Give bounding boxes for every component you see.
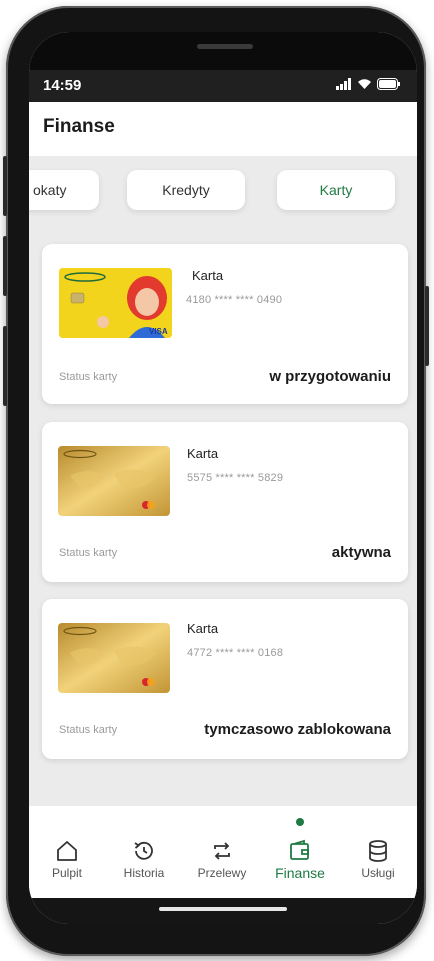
card-art (58, 446, 170, 516)
svg-text:VISA: VISA (149, 327, 168, 336)
card-art (58, 623, 170, 693)
screen: 14:59 Finanse okaty Kredyty Karty VISA K… (29, 32, 417, 924)
tab-lokaty[interactable]: okaty (29, 170, 99, 210)
tab-label: okaty (33, 182, 67, 198)
nav-label: Przelewy (197, 866, 247, 880)
wifi-icon (358, 79, 371, 89)
status-bar: 14:59 (29, 70, 417, 102)
nav-przelewy[interactable]: Przelewy (187, 806, 257, 886)
tab-label: Kredyty (162, 182, 210, 198)
transfer-icon (214, 842, 230, 860)
tab-karty[interactable]: Karty (277, 170, 395, 210)
battery-icon (377, 78, 400, 90)
database-icon (369, 840, 387, 862)
card-status-value: tymczasowo zablokowana (204, 721, 391, 738)
speaker (197, 44, 253, 49)
active-indicator (296, 818, 304, 826)
home-icon (57, 841, 77, 861)
card-number: 5575 **** **** 5829 (187, 472, 284, 484)
card-status-value: w przygotowaniu (269, 368, 391, 385)
card-item[interactable]: Karta 4772 **** **** 0168 Status karty t… (42, 599, 408, 759)
volume-down-button (3, 236, 7, 296)
card-art: VISA (59, 268, 172, 338)
nav-label: Finanse (275, 865, 325, 881)
nav-historia[interactable]: Historia (109, 806, 179, 886)
volume-up-button (3, 156, 7, 216)
nav-label: Historia (123, 866, 165, 880)
card-image: VISA (59, 268, 172, 338)
signal-icon (336, 78, 351, 90)
bottom-nav: Pulpit Historia Przelewy Finanse Usługi (29, 806, 417, 898)
card-number: 4180 **** **** 0490 (186, 294, 283, 306)
card-status-label: Status karty (59, 724, 118, 736)
history-icon (134, 841, 153, 860)
card-status-value: aktywna (331, 544, 391, 561)
power-button (425, 286, 429, 366)
notch (29, 32, 417, 70)
status-icons (336, 78, 401, 90)
card-image (58, 446, 170, 516)
card-number: 4772 **** **** 0168 (187, 647, 284, 659)
card-name: Karta (187, 446, 219, 461)
home-indicator-area (29, 898, 417, 924)
card-status-label: Status karty (59, 371, 118, 383)
nav-label: Pulpit (51, 866, 83, 880)
wallet-icon (290, 839, 309, 860)
nav-pulpit[interactable]: Pulpit (32, 806, 102, 886)
tab-label: Karty (319, 182, 353, 198)
card-name: Karta (187, 621, 219, 636)
card-name: Karta (192, 268, 224, 283)
nav-finanse[interactable]: Finanse (265, 806, 335, 886)
tab-kredyty[interactable]: Kredyty (127, 170, 245, 210)
app-header: Finanse (29, 102, 417, 156)
card-item[interactable]: Karta 5575 **** **** 5829 Status karty a… (42, 422, 408, 582)
status-time: 14:59 (43, 77, 82, 94)
power-button-left (3, 326, 7, 406)
nav-label: Usługi (361, 866, 395, 880)
card-image (58, 623, 170, 693)
nav-uslugi[interactable]: Usługi (343, 806, 413, 886)
phone-frame: 14:59 Finanse okaty Kredyty Karty VISA K… (3, 6, 429, 956)
home-indicator[interactable] (159, 907, 287, 911)
card-status-label: Status karty (59, 547, 118, 559)
page-title: Finanse (43, 116, 115, 137)
card-item[interactable]: VISA Karta 4180 **** **** 0490 Status ka… (42, 244, 408, 404)
finance-tabs: okaty Kredyty Karty (29, 170, 417, 214)
